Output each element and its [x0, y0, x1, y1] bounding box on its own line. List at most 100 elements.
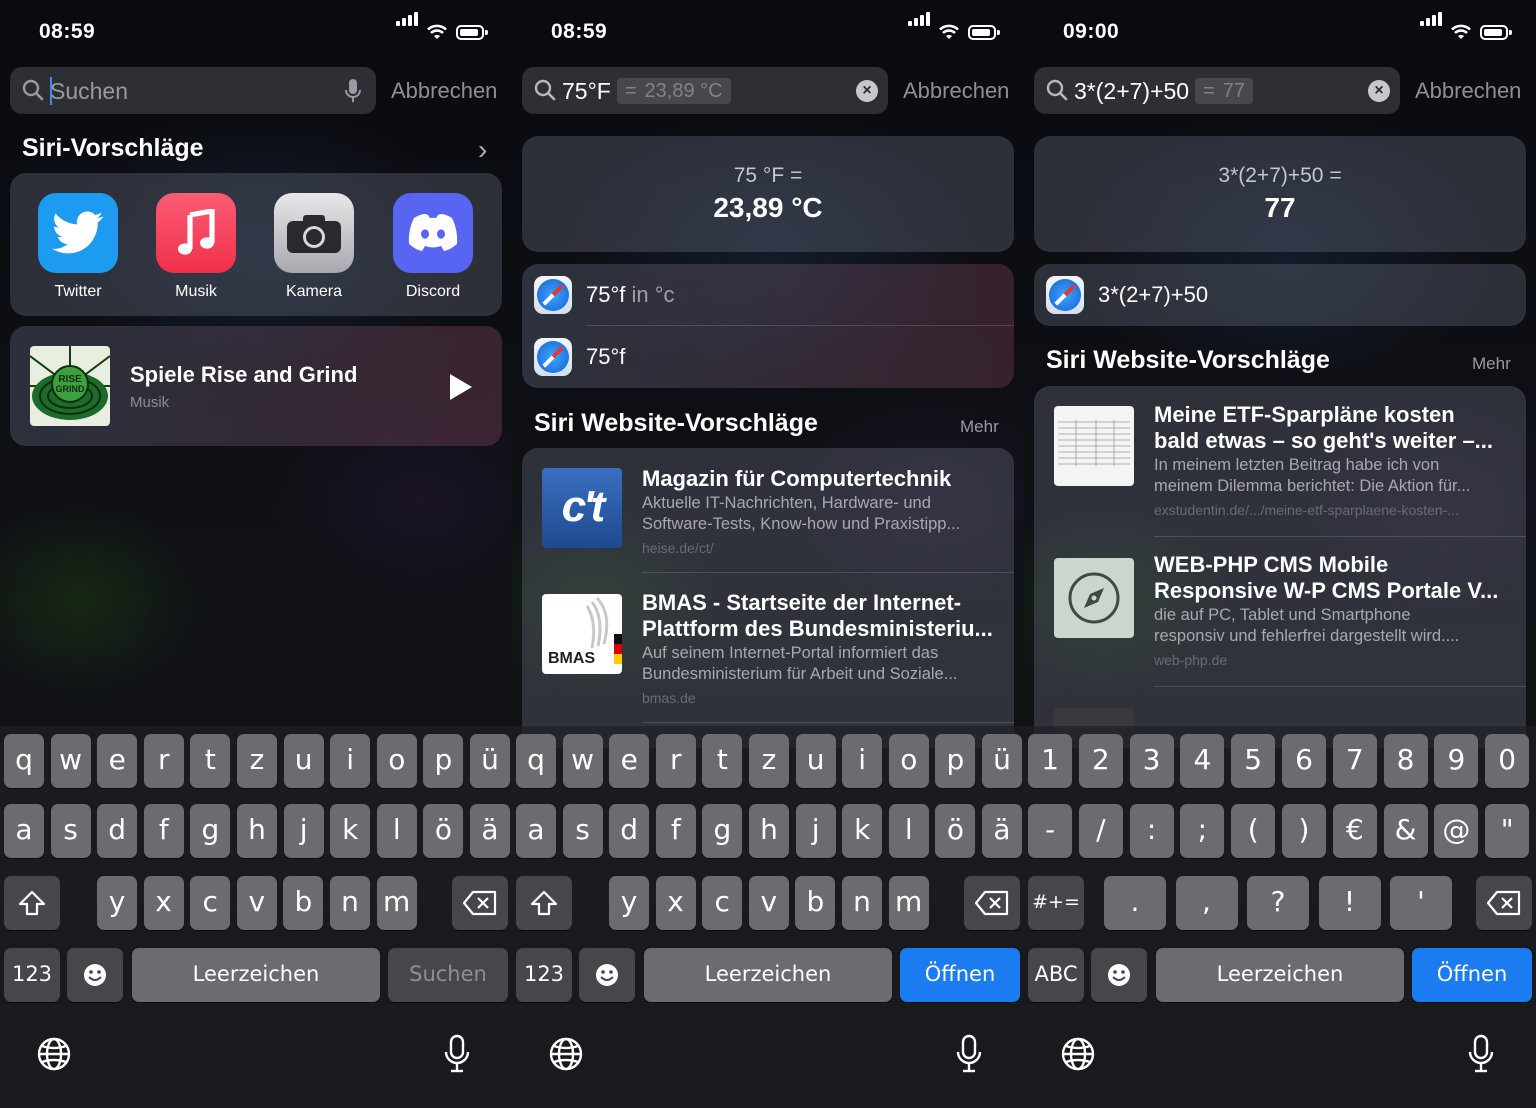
key-digit[interactable]: 7 [1332, 734, 1377, 788]
action-key[interactable]: Suchen [388, 948, 508, 1002]
app-twitter[interactable]: Twitter [38, 193, 118, 301]
key-b[interactable]: b [283, 876, 324, 930]
key-p[interactable]: p [935, 734, 976, 788]
website-item-etf[interactable]: Meine ETF-Sparpläne kosten bald etwas – … [1034, 386, 1526, 537]
key-m[interactable]: m [376, 876, 417, 930]
suggestion-row[interactable]: 3*(2+7)+50 [1034, 264, 1526, 326]
key-d[interactable]: d [609, 804, 650, 858]
key-digit[interactable]: 2 [1078, 734, 1123, 788]
shift-key[interactable] [4, 876, 60, 930]
search-field[interactable]: 75°F = 23,89 °C × [522, 67, 888, 114]
search-field[interactable]: Suchen [10, 67, 376, 114]
play-icon[interactable] [450, 374, 472, 400]
key-d[interactable]: d [97, 804, 138, 858]
mode-switch-key[interactable]: ABC [1028, 948, 1084, 1002]
key-j[interactable]: j [283, 804, 324, 858]
mode-switch-key[interactable]: 123 [4, 948, 60, 1002]
key-p[interactable]: p [423, 734, 464, 788]
key-w[interactable]: w [562, 734, 603, 788]
action-key[interactable]: Öffnen [900, 948, 1020, 1002]
key-symbol[interactable]: € [1332, 804, 1377, 858]
key-g[interactable]: g [702, 804, 743, 858]
keyboard-mic-icon[interactable] [956, 1034, 982, 1074]
key-n[interactable]: n [842, 876, 882, 930]
app-discord[interactable]: Discord [393, 193, 473, 301]
key-x[interactable]: x [655, 876, 696, 930]
space-key[interactable]: Leerzeichen [132, 948, 380, 1002]
key-digit[interactable]: 1 [1028, 734, 1072, 788]
key-w[interactable]: w [50, 734, 91, 788]
key-t[interactable]: t [702, 734, 743, 788]
key-punct[interactable]: ' [1390, 876, 1452, 930]
key-f[interactable]: f [655, 804, 696, 858]
key-l[interactable]: l [888, 804, 929, 858]
key-symbol[interactable]: ) [1282, 804, 1326, 858]
key-x[interactable]: x [143, 876, 184, 930]
key-s[interactable]: s [50, 804, 91, 858]
key-digit[interactable]: 0 [1485, 734, 1530, 788]
clear-icon[interactable]: × [856, 80, 878, 102]
delete-key[interactable] [964, 876, 1020, 930]
space-key[interactable]: Leerzeichen [1156, 948, 1404, 1002]
key-n[interactable]: n [330, 876, 370, 930]
emoji-key[interactable] [1091, 948, 1147, 1002]
search-field[interactable]: 3*(2+7)+50 = 77 × [1034, 67, 1400, 114]
key-s[interactable]: s [562, 804, 603, 858]
website-item-webphp[interactable]: WEB-PHP CMS Mobile Responsive W-P CMS Po… [1034, 536, 1526, 687]
key-u[interactable]: u [283, 734, 324, 788]
key-ü[interactable]: ü [982, 734, 1022, 788]
key-a[interactable]: a [516, 804, 556, 858]
key-o[interactable]: o [888, 734, 929, 788]
key-r[interactable]: r [655, 734, 696, 788]
key-punct[interactable]: ! [1318, 876, 1381, 930]
key-digit[interactable]: 4 [1180, 734, 1225, 788]
key-b[interactable]: b [795, 876, 836, 930]
key-symbol[interactable]: & [1383, 804, 1428, 858]
cancel-button[interactable]: Abbrechen [903, 78, 1009, 104]
key-ä[interactable]: ä [470, 804, 510, 858]
key-k[interactable]: k [842, 804, 883, 858]
keyboard-mic-icon[interactable] [444, 1034, 470, 1074]
emoji-key[interactable] [579, 948, 635, 1002]
key-symbol[interactable]: ( [1231, 804, 1276, 858]
key-punct[interactable]: , [1175, 876, 1238, 930]
key-digit[interactable]: 6 [1282, 734, 1326, 788]
key-z[interactable]: z [237, 734, 277, 788]
key-k[interactable]: k [330, 804, 371, 858]
suggestion-row[interactable]: 75°f in °c [522, 264, 1014, 326]
search-input[interactable]: 3*(2+7)+50 = 77 [1074, 78, 1254, 105]
delete-key[interactable] [452, 876, 508, 930]
key-ö[interactable]: ö [423, 804, 464, 858]
key-v[interactable]: v [748, 876, 789, 930]
key-symbol[interactable]: @ [1434, 804, 1479, 858]
app-kamera[interactable]: Kamera [274, 193, 354, 301]
key-symbol[interactable]: " [1485, 804, 1530, 858]
key-h[interactable]: h [749, 804, 789, 858]
cancel-button[interactable]: Abbrechen [391, 78, 497, 104]
key-e[interactable]: e [609, 734, 650, 788]
cancel-button[interactable]: Abbrechen [1415, 78, 1521, 104]
key-q[interactable]: q [4, 734, 44, 788]
search-input[interactable]: 75°F = 23,89 °C [562, 78, 731, 105]
keyboard-mic-icon[interactable] [1468, 1034, 1494, 1074]
key-r[interactable]: r [143, 734, 184, 788]
more-link[interactable]: Mehr [960, 417, 999, 437]
key-ä[interactable]: ä [982, 804, 1022, 858]
key-t[interactable]: t [190, 734, 231, 788]
key-c[interactable]: c [190, 876, 231, 930]
key-y[interactable]: y [97, 876, 137, 930]
key-symbol[interactable]: / [1078, 804, 1123, 858]
key-i[interactable]: i [842, 734, 883, 788]
shift-key[interactable] [516, 876, 572, 930]
key-y[interactable]: y [609, 876, 649, 930]
mode-switch-key[interactable]: 123 [516, 948, 572, 1002]
key-v[interactable]: v [236, 876, 277, 930]
key-punct[interactable]: . [1104, 876, 1166, 930]
key-j[interactable]: j [795, 804, 836, 858]
clear-icon[interactable]: × [1368, 80, 1390, 102]
key-c[interactable]: c [702, 876, 743, 930]
globe-icon[interactable] [548, 1036, 584, 1072]
delete-key[interactable] [1476, 876, 1532, 930]
emoji-key[interactable] [67, 948, 123, 1002]
key-a[interactable]: a [4, 804, 44, 858]
